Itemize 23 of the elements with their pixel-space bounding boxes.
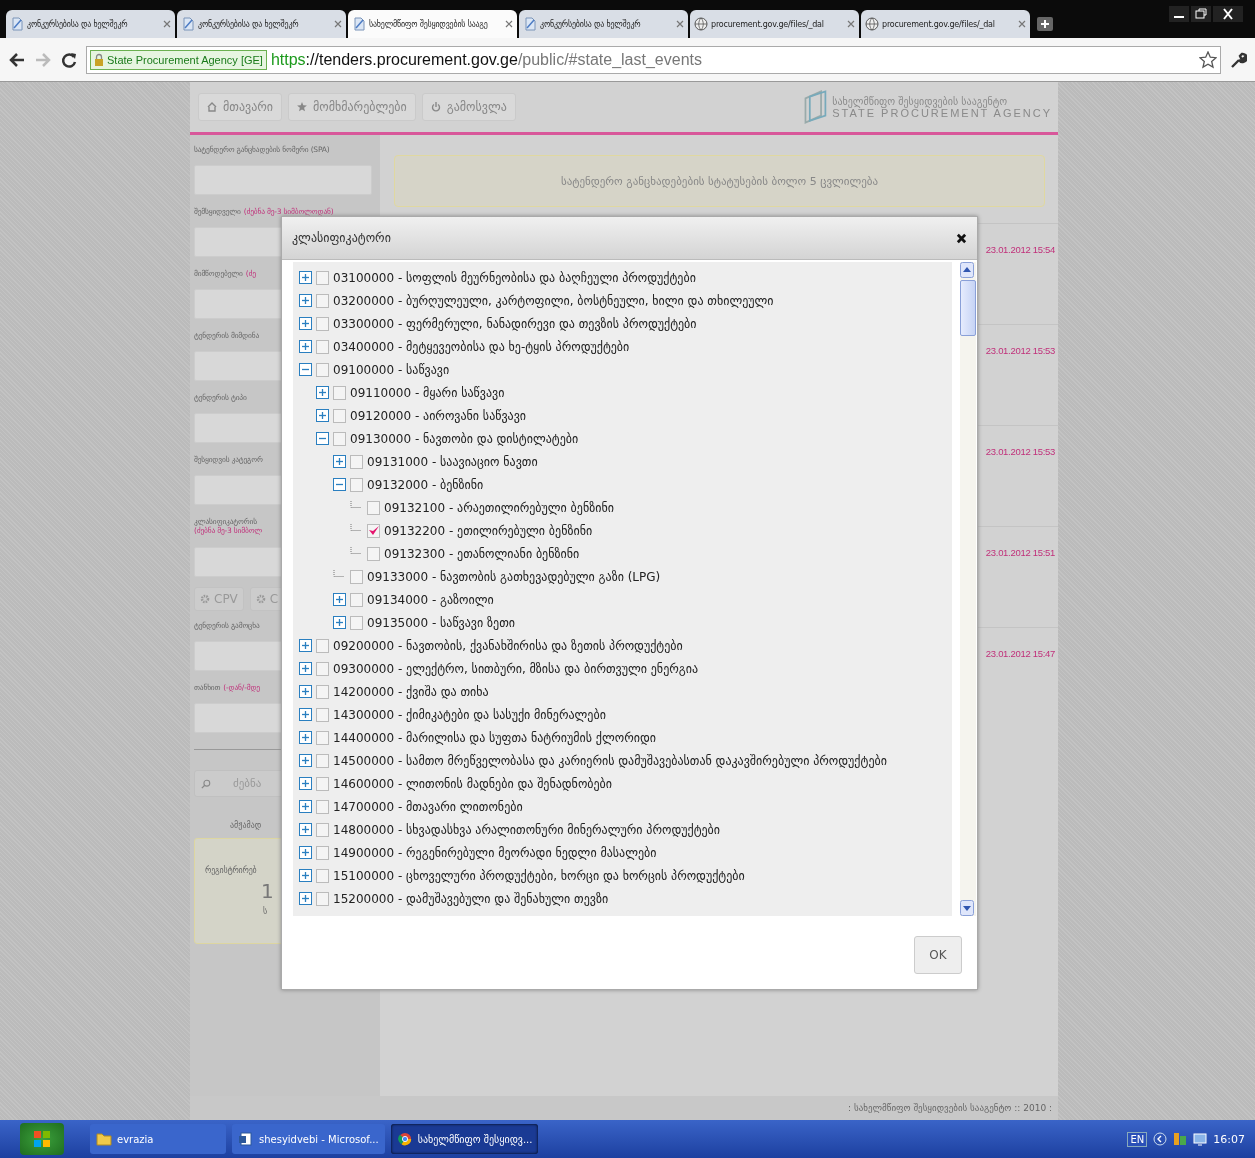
event-date: 23.01.2012 15:51: [985, 547, 1055, 560]
tab-title: კონკურსებისა და ხელშეკრ: [540, 19, 642, 29]
tab-title: procurement.gov.ge/files/_dal: [711, 19, 825, 29]
tab-title: კონკურსებისა და ხელშეკრ: [198, 19, 300, 29]
tab-title: კონკურსებისა და ხელშეკრ: [27, 19, 129, 29]
stats-value: 1: [261, 879, 274, 903]
agency-name: სახელმწიფო შესყიდვების სააგენტო: [832, 95, 1008, 107]
tab-title: სახელმწიფო შესყიდვების სააგე: [369, 19, 489, 29]
notice-text: სატენდერო განცხადებების სტატუსების ბოლო 5 ცვლილება: [560, 174, 879, 188]
site-identity: State Procurement Agency [GE]: [107, 53, 263, 66]
footer-text: : სახელმწიფო შესყიდვების სააგენტო :: 2010 :: [848, 1103, 1052, 1113]
event-date: 23.01.2012 15:47: [985, 648, 1055, 661]
agency-name-english: STATE PROCUREMENT AGENCY: [832, 106, 1052, 119]
clock: 16:07: [1213, 1132, 1245, 1146]
tab-title: procurement.gov.ge/files/_dal: [882, 19, 996, 29]
event-date: 23.01.2012 15:53: [985, 345, 1055, 358]
stats-heading: ამჟამად: [230, 821, 262, 830]
stats-note: ს: [263, 907, 268, 916]
url-text: https://tenders.procurement.gov.ge/public/#state_last_events: [270, 50, 703, 69]
dialog-title: კლასიფიკატორი: [292, 231, 391, 245]
event-date: 23.01.2012 15:54: [985, 244, 1055, 257]
event-date: 23.01.2012 15:53: [985, 446, 1055, 459]
stats-label: რეგისტრირებ: [205, 866, 257, 875]
